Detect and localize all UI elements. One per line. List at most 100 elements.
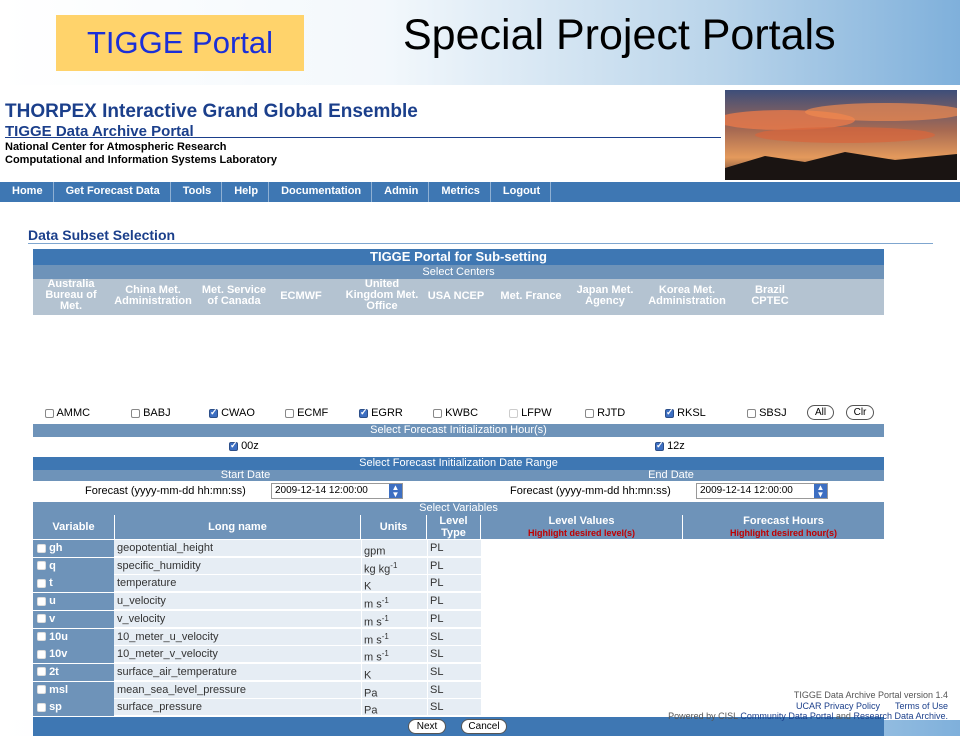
variable-checkbox[interactable]: [37, 685, 46, 695]
end-date-spinner-icon[interactable]: ▲ ▼: [814, 484, 827, 499]
variable-cell[interactable]: 2t: [33, 663, 114, 681]
next-button[interactable]: Next: [408, 719, 446, 734]
center-cwao[interactable]: CWAO: [209, 407, 255, 419]
variable-cell[interactable]: u: [33, 593, 114, 611]
hour-00z[interactable]: 00z: [229, 440, 259, 452]
variable-checkbox[interactable]: [37, 596, 46, 606]
col-long-name: Long name: [115, 515, 361, 539]
variable-units: m s-1: [361, 646, 426, 666]
cancel-button[interactable]: Cancel: [461, 719, 507, 734]
variable-level-type: SL: [427, 628, 481, 645]
nav-home[interactable]: Home: [0, 182, 54, 202]
col-variable: Variable: [33, 515, 115, 539]
checkbox-ammc[interactable]: [45, 408, 54, 418]
checkbox-egrr[interactable]: [359, 407, 368, 418]
variable-checkbox[interactable]: [37, 578, 46, 588]
variable-row[interactable]: 10v 10_meter_v_velocity m s-1 SL: [33, 646, 481, 666]
hour-12z[interactable]: 12z: [655, 440, 685, 452]
checkbox-kwbc[interactable]: [433, 408, 442, 418]
variable-units-exponent: -1: [381, 649, 389, 659]
variable-long-name: surface_pressure: [117, 701, 202, 714]
col-units: Units: [361, 515, 427, 539]
col-forecast-hours: Forecast Hours Highlight desired hour(s): [683, 515, 884, 539]
nav-admin[interactable]: Admin: [372, 182, 430, 202]
variable-cell[interactable]: q: [33, 557, 114, 575]
hour-label-00z: 00z: [241, 440, 259, 452]
variable-units-exponent: -1: [381, 613, 389, 623]
checkbox-lfpw[interactable]: [509, 408, 518, 418]
checkbox-00z[interactable]: [229, 440, 238, 451]
variable-checkbox[interactable]: [37, 649, 46, 659]
variable-cell[interactable]: t: [33, 575, 114, 593]
hour-label-12z: 12z: [667, 440, 685, 452]
start-date-picker[interactable]: 2009-12-14 12:00:00 ▲ ▼: [271, 483, 403, 499]
variable-units-text: m s: [364, 598, 382, 611]
center-egrr[interactable]: EGRR: [359, 407, 403, 419]
center-kwbc[interactable]: KWBC: [433, 407, 478, 419]
center-babj[interactable]: BABJ: [131, 407, 171, 419]
variable-cell[interactable]: 10u: [33, 628, 114, 646]
variable-row[interactable]: 10u 10_meter_u_velocity m s-1 SL: [33, 628, 481, 649]
clear-all-button[interactable]: Clr: [846, 405, 874, 420]
center-name-sbsj: Brazil CPTEC: [751, 284, 789, 307]
center-name-egrr: United Kingdom Met. Office: [345, 278, 419, 312]
privacy-link[interactable]: UCAR Privacy Policy: [796, 701, 880, 711]
variable-units: Pa: [361, 681, 426, 702]
variable-row[interactable]: t temperature K PL: [33, 575, 481, 596]
variable-cell[interactable]: v: [33, 610, 114, 628]
version-text: TIGGE Data Archive Portal version 1.4: [793, 690, 948, 700]
variable-checkbox[interactable]: [37, 667, 46, 677]
nav-help[interactable]: Help: [222, 182, 270, 202]
variable-checkbox[interactable]: [37, 632, 46, 642]
center-name-cwao: Met. Service of Canada: [201, 284, 267, 307]
nav-tools[interactable]: Tools: [171, 182, 223, 202]
center-sbsj[interactable]: SBSJ: [747, 407, 787, 419]
variable-checkbox[interactable]: [37, 702, 46, 712]
variable-checkbox[interactable]: [37, 614, 46, 624]
checkbox-rjtd[interactable]: [585, 408, 594, 418]
center-lfpw[interactable]: LFPW: [509, 407, 552, 419]
start-date-spinner-icon[interactable]: ▲ ▼: [389, 484, 402, 499]
variable-units-exponent: -1: [381, 596, 389, 606]
variable-row[interactable]: 2t surface_air_temperature K SL: [33, 663, 481, 684]
start-forecast-label: Forecast (yyyy-mm-dd hh:mn:ss): [85, 485, 246, 497]
variable-row[interactable]: u u_velocity m s-1 PL: [33, 593, 481, 613]
variable-checkbox[interactable]: [37, 561, 46, 571]
variable-checkbox[interactable]: [37, 543, 46, 553]
center-name-ammc: Australia Bureau of Met.: [45, 278, 97, 312]
checkbox-rksl[interactable]: [665, 407, 674, 418]
variable-row[interactable]: sp surface_pressure Pa SL: [33, 699, 481, 719]
variable-cell[interactable]: gh: [33, 540, 114, 557]
center-ecmf[interactable]: ECMF: [285, 407, 328, 419]
checkbox-ecmf[interactable]: [285, 408, 294, 418]
terms-link[interactable]: Terms of Use: [895, 701, 948, 711]
nav-get-forecast-data[interactable]: Get Forecast Data: [54, 182, 171, 202]
nav-metrics[interactable]: Metrics: [429, 182, 491, 202]
start-date-value: 2009-12-14 12:00:00: [275, 485, 368, 496]
variable-long-name: temperature: [117, 577, 177, 590]
variable-cell[interactable]: msl: [33, 681, 114, 699]
center-ammc[interactable]: AMMC: [45, 407, 90, 419]
checkbox-sbsj[interactable]: [747, 408, 756, 418]
variable-code: gh: [49, 542, 63, 554]
variable-units: m s-1: [361, 610, 426, 631]
org-line-1: National Center for Atmospheric Research: [5, 141, 227, 153]
variable-units-text: Pa: [364, 704, 378, 717]
variable-row[interactable]: q specific_humidity kg kg-1 PL: [33, 557, 481, 578]
checkbox-cwao[interactable]: [209, 407, 218, 418]
variable-row[interactable]: gh geopotential_height gpm PL: [33, 540, 481, 560]
variable-units: m s-1: [361, 593, 426, 613]
select-all-button[interactable]: All: [807, 405, 834, 420]
nav-logout[interactable]: Logout: [491, 182, 552, 202]
variable-cell[interactable]: sp: [33, 699, 114, 717]
end-date-picker[interactable]: 2009-12-14 12:00:00 ▲ ▼: [696, 483, 828, 499]
variable-row[interactable]: msl mean_sea_level_pressure Pa SL: [33, 681, 481, 702]
center-rjtd[interactable]: RJTD: [585, 407, 625, 419]
variable-cell[interactable]: 10v: [33, 646, 114, 664]
center-rksl[interactable]: RKSL: [665, 407, 706, 419]
nav-documentation[interactable]: Documentation: [269, 182, 373, 202]
variable-row[interactable]: v v_velocity m s-1 PL: [33, 610, 481, 631]
checkbox-babj[interactable]: [131, 408, 140, 418]
variable-units: Pa: [361, 699, 426, 719]
checkbox-12z[interactable]: [655, 440, 664, 451]
